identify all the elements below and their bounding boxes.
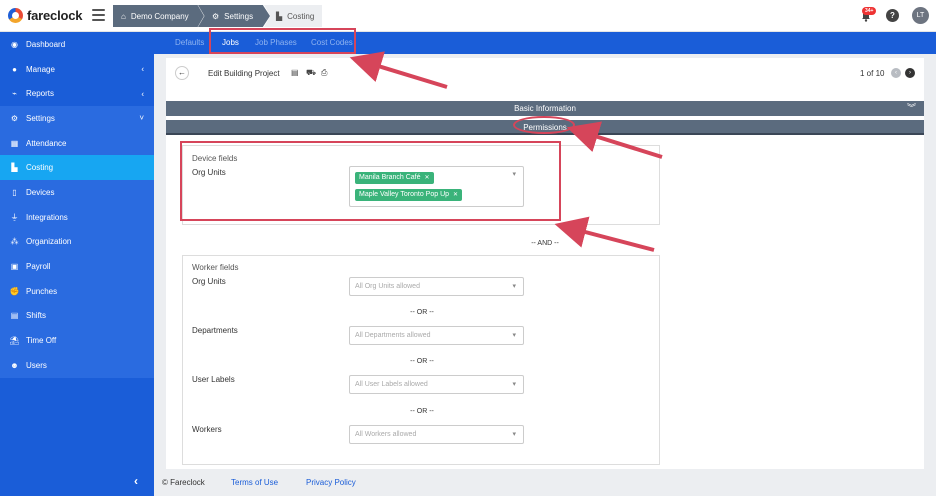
sidebar: ◉ Dashboard ● Manage ‹ ⌁ Reports ‹ ⚙ Settings ˅… [0, 32, 154, 496]
caret-down-icon: ▾ [512, 381, 516, 388]
sidebar-item-settings[interactable]: ⚙ Settings ˅ [0, 106, 154, 131]
payroll-icon: ▣ [10, 262, 19, 272]
chevron-down-icon: ˅ [139, 113, 144, 123]
sidebar-item-organization[interactable]: ⁂ Organization [0, 229, 154, 255]
double-chevron-down-icon: ︾ [906, 103, 916, 113]
pager-label: 1 of 10 [860, 69, 885, 78]
brand-name: fareclock [27, 8, 83, 23]
project-title: Edit Building Project [208, 69, 280, 78]
worker-departments-label: Departments [192, 326, 238, 335]
prev-page-icon[interactable]: ‹ [891, 68, 901, 78]
sidebar-item-attendance[interactable]: ▦ Attendance [0, 130, 154, 156]
punch-icon: ✊ [9, 286, 20, 296]
breadcrumb-label: Settings [224, 11, 254, 21]
worker-user-labels-select[interactable]: All User Labels allowed ▾ [349, 375, 524, 394]
or-separator: -- OR -- [410, 309, 434, 316]
copyright-text: © Fareclock [162, 478, 205, 487]
next-page-icon[interactable]: › [905, 68, 915, 78]
person-icon: ● [12, 64, 17, 74]
chart-icon: ⌁ [12, 89, 17, 99]
sidebar-item-payroll[interactable]: ▣ Payroll [0, 254, 154, 279]
section-basic-information[interactable]: Basic Information ︾ [166, 101, 924, 116]
annotation-ellipse-permissions [513, 116, 575, 134]
attendance-icon: ▦ [10, 138, 19, 148]
costing-icon: ▙ [11, 163, 18, 173]
sidebar-item-manage[interactable]: ● Manage ‹ [0, 57, 154, 82]
home-icon: ⌂ [121, 11, 126, 21]
gear-icon: ⚙ [212, 11, 220, 21]
print-icon[interactable]: ⎙ [321, 68, 327, 78]
menu-toggle-icon[interactable] [92, 9, 105, 21]
breadcrumb-settings[interactable]: ⚙ Settings [198, 5, 270, 27]
notification-badge: 34+ [862, 7, 877, 15]
section-title: Basic Information [514, 104, 576, 113]
caret-down-icon: ▾ [512, 283, 516, 290]
worker-org-units-label: Org Units [192, 277, 226, 286]
collapse-sidebar-icon[interactable]: ‹ [134, 474, 138, 488]
shift-icon: ▤ [10, 311, 19, 321]
annotation-box-tabs [209, 28, 356, 54]
back-arrow-icon[interactable]: ← [175, 66, 189, 80]
help-icon[interactable]: ? [886, 9, 899, 22]
beach-icon: ⛱ [9, 336, 20, 346]
truck-icon[interactable]: ⛟ [306, 68, 316, 78]
annotation-box-device-fields [180, 141, 561, 221]
plug-icon: ⏚ [10, 212, 19, 222]
caret-down-icon: ▾ [512, 431, 516, 438]
worker-workers-select[interactable]: All Workers allowed ▾ [349, 425, 524, 444]
worker-user-labels-label: User Labels [192, 375, 235, 384]
logo-mark-icon [8, 8, 23, 23]
gear-icon: ⚙ [10, 113, 19, 123]
breadcrumb-costing[interactable]: ▙ Costing [264, 5, 322, 27]
and-separator: -- AND -- [531, 240, 559, 247]
sidebar-item-reports[interactable]: ⌁ Reports ‹ [0, 81, 154, 106]
device-icon: ▯ [12, 187, 17, 197]
sidebar-item-costing[interactable]: ▙ Costing [0, 155, 154, 181]
dashboard-icon: ◉ [11, 39, 18, 49]
sidebar-item-shifts[interactable]: ▤ Shifts [0, 303, 154, 329]
sidebar-item-devices[interactable]: ▯ Devices [0, 180, 154, 205]
top-bar: fareclock ⌂ Demo Company ⚙ Settings ▙ Co… [0, 0, 936, 32]
breadcrumb-company[interactable]: ⌂ Demo Company [113, 5, 204, 27]
id-card-icon[interactable]: ▤ [291, 68, 299, 77]
breadcrumb-label: Demo Company [130, 11, 189, 21]
privacy-link[interactable]: Privacy Policy [306, 478, 356, 487]
worker-departments-select[interactable]: All Departments allowed ▾ [349, 326, 524, 345]
sidebar-item-dashboard[interactable]: ◉ Dashboard [0, 32, 154, 57]
sidebar-item-punches[interactable]: ✊ Punches [0, 278, 154, 304]
worker-org-units-select[interactable]: All Org Units allowed ▾ [349, 277, 524, 296]
avatar[interactable]: LT [912, 7, 929, 24]
sidebar-item-users[interactable]: ☻ Users [0, 352, 154, 378]
worker-fields-title: Worker fields [192, 263, 239, 272]
users-icon: ☻ [10, 360, 19, 370]
worker-fields-box: Worker fields Org Units All Org Units al… [182, 255, 660, 465]
breadcrumb-label: Costing [287, 11, 315, 21]
terms-link[interactable]: Terms of Use [231, 478, 278, 487]
chevron-left-icon: ‹ [141, 89, 144, 99]
sidebar-item-time-off[interactable]: ⛱ Time Off [0, 328, 154, 353]
or-separator: -- OR -- [410, 408, 434, 415]
worker-workers-label: Workers [192, 425, 222, 434]
chevron-left-icon: ‹ [141, 64, 144, 74]
sidebar-item-integrations[interactable]: ⏚ Integrations [0, 204, 154, 230]
org-icon: ⁂ [10, 237, 19, 247]
footer: © Fareclock Terms of Use Privacy Policy [154, 469, 936, 496]
caret-down-icon: ▾ [512, 332, 516, 339]
costing-icon: ▙ [276, 11, 283, 21]
brand-logo[interactable]: fareclock [8, 8, 82, 23]
or-separator: -- OR -- [410, 358, 434, 365]
tab-defaults[interactable]: Defaults [175, 38, 204, 47]
